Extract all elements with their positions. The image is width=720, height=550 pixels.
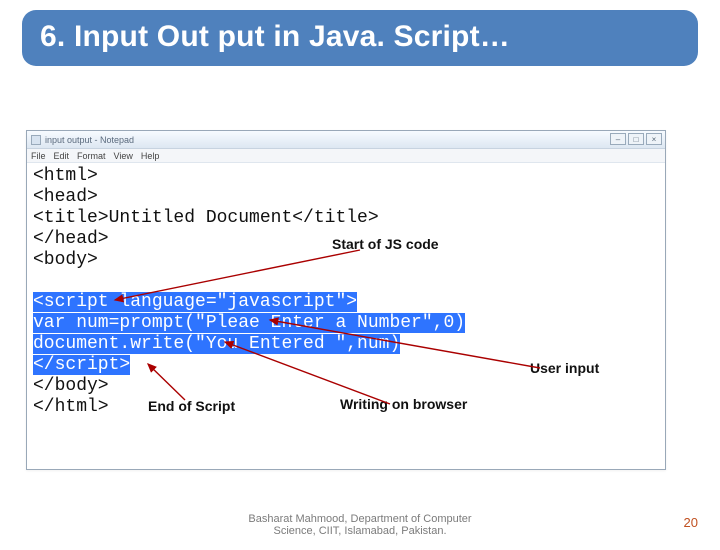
menu-edit[interactable]: Edit: [54, 151, 70, 161]
notepad-window: input output - Notepad – □ × File Edit F…: [26, 130, 666, 470]
window-controls: – □ ×: [610, 133, 662, 145]
notepad-content[interactable]: <html> <head> <title>Untitled Document</…: [27, 163, 665, 421]
menu-view[interactable]: View: [114, 151, 133, 161]
code-line: </body>: [33, 376, 109, 396]
annotation-start-js: Start of JS code: [330, 236, 441, 252]
menu-format[interactable]: Format: [77, 151, 106, 161]
code-line: </head>: [33, 229, 109, 249]
notepad-window-title: input output - Notepad: [45, 135, 134, 145]
menu-file[interactable]: File: [31, 151, 46, 161]
slide-title: 6. Input Out put in Java. Script…: [40, 20, 680, 54]
annotation-writing: Writing on browser: [340, 396, 467, 412]
slide-footer: Basharat Mahmood, Department of Computer…: [0, 513, 720, 538]
code-line-highlighted: var num=prompt("Pleae Enter a Number",0): [33, 313, 465, 333]
minimize-button[interactable]: –: [610, 133, 626, 145]
annotation-user-input: User input: [530, 360, 599, 376]
code-line: <title>Untitled Document</title>: [33, 208, 379, 228]
code-line: <html>: [33, 166, 98, 186]
footer-text: Basharat Mahmood, Department of Computer…: [230, 513, 490, 538]
notepad-icon: [31, 135, 41, 145]
slide-title-bar: 6. Input Out put in Java. Script…: [22, 10, 698, 66]
code-line-highlighted: document.write("You Entered ",num): [33, 334, 400, 354]
close-button[interactable]: ×: [646, 133, 662, 145]
code-line-highlighted: </script>: [33, 355, 130, 375]
code-line: <head>: [33, 187, 98, 207]
code-line: <body>: [33, 250, 98, 270]
notepad-titlebar: input output - Notepad – □ ×: [27, 131, 665, 149]
code-line: </html>: [33, 397, 109, 417]
maximize-button[interactable]: □: [628, 133, 644, 145]
annotation-end-script: End of Script: [148, 398, 235, 414]
notepad-menubar: File Edit Format View Help: [27, 149, 665, 163]
page-number: 20: [684, 515, 698, 530]
menu-help[interactable]: Help: [141, 151, 160, 161]
code-line-highlighted: <script language="javascript">: [33, 292, 357, 312]
